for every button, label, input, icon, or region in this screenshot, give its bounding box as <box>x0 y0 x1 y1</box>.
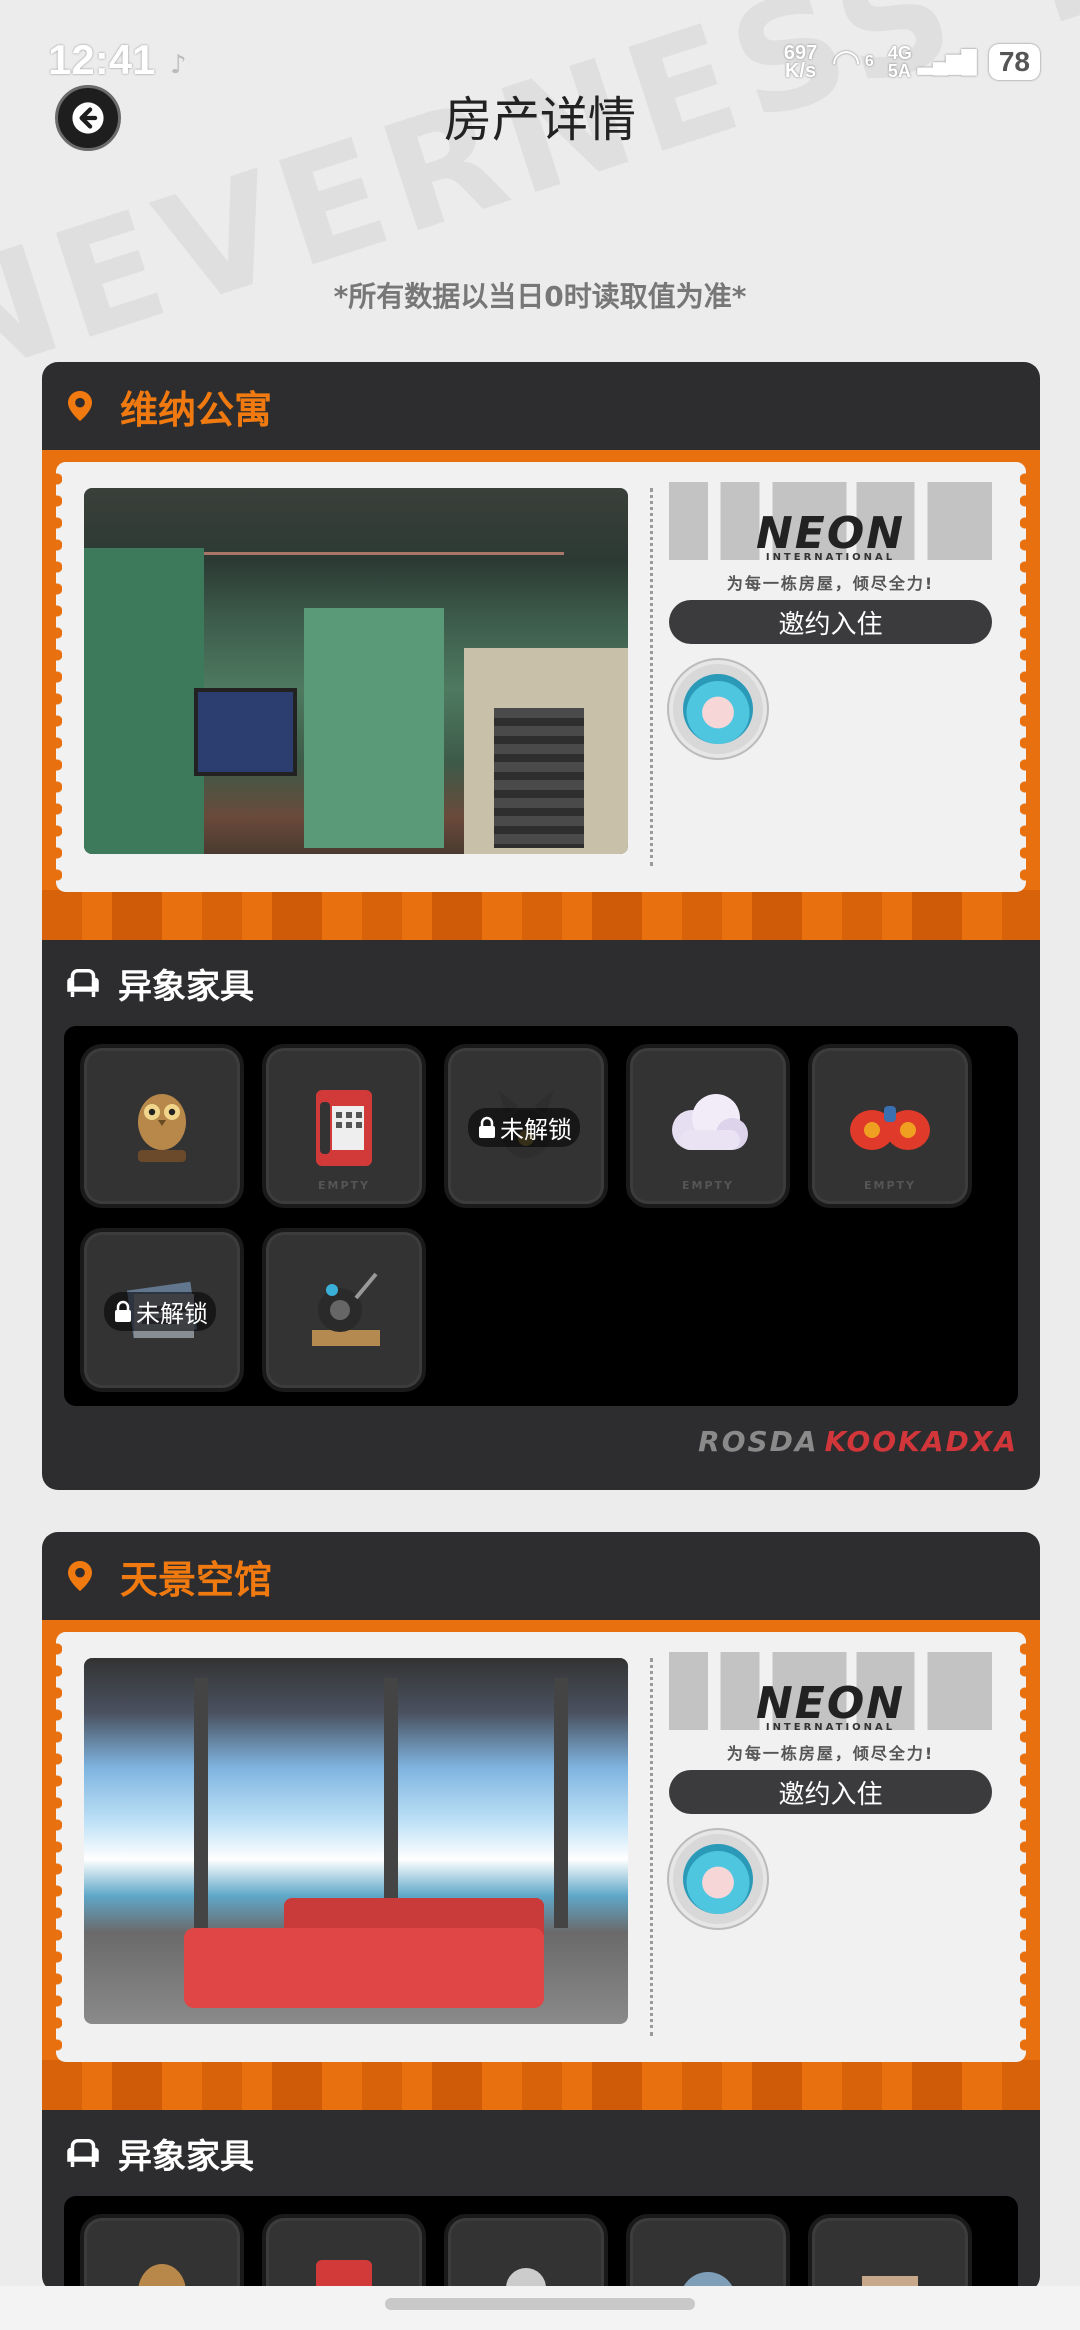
location-pin-icon <box>68 1561 92 1591</box>
property-card-skyview: 天景空馆 NEON INTERNATIONAL 为每一栋房屋，倾尽全力! 邀约入… <box>42 1532 1040 2292</box>
neon-slogan: 为每一栋房屋，倾尽全力! <box>726 574 935 593</box>
status-bar: 12:41 ♪ 697 K/s ◠ 6 4G 5A ▂▄▆█ 78 <box>0 0 1080 90</box>
invite-button[interactable]: 邀约入住 <box>669 1770 992 1814</box>
page-title: 房产详情 <box>443 92 636 148</box>
ticket-stripe-decoration <box>42 890 1040 940</box>
cellular-signal-icon: 4G 5A <box>888 44 912 80</box>
furniture-slot[interactable] <box>262 1228 426 1392</box>
owl-statue-icon <box>138 1094 186 1162</box>
lock-icon <box>479 1116 495 1138</box>
red-boxing-gloves-icon <box>850 1106 930 1150</box>
neon-logo: NEON INTERNATIONAL 为每一栋房屋，倾尽全力! <box>669 482 992 593</box>
locked-indicator: 未解锁 <box>104 1292 216 1331</box>
furniture-slot[interactable]: EMPTY <box>262 1044 426 1208</box>
brand-left-logo: ROSDA <box>698 1424 819 1458</box>
property-photo[interactable] <box>84 488 628 854</box>
property-name: 天景空馆 <box>120 1557 273 1602</box>
furniture-slot[interactable]: EMPTY <box>626 1044 790 1208</box>
status-icons: 697 K/s ◠ 6 4G 5A ▂▄▆█ 78 <box>784 42 1040 82</box>
neon-logo-sub: INTERNATIONAL <box>765 1722 896 1733</box>
furniture-title: 异象家具 <box>118 966 254 1007</box>
brand-logos: ROSDA KOOKADXA <box>42 1406 1040 1476</box>
lock-label: 未解锁 <box>136 1300 208 1328</box>
signal-label-2: 5A <box>887 61 911 81</box>
neon-slogan: 为每一栋房屋，倾尽全力! <box>726 1744 935 1763</box>
property-ticket: NEON INTERNATIONAL 为每一栋房屋，倾尽全力! 邀约入住 <box>52 468 1030 886</box>
furniture-slot-locked[interactable]: 未解锁 <box>80 1228 244 1392</box>
furniture-grid: EMPTY 未解锁 EMPTY EMPTY 未解锁 <box>64 1026 1018 1406</box>
red-payphone-icon <box>316 1090 372 1166</box>
empty-tag: EMPTY <box>682 1179 734 1192</box>
net-speed-unit: K/s <box>784 60 817 82</box>
furniture-header: 异象家具 <box>42 940 1040 1026</box>
neon-logo: NEON INTERNATIONAL 为每一栋房屋，倾尽全力! <box>669 1652 992 1763</box>
wifi-6-badge: 6 <box>864 53 874 70</box>
furniture-slot[interactable] <box>262 2214 426 2292</box>
property-name: 维纳公寓 <box>120 387 273 432</box>
battery-indicator: 78 <box>988 44 1040 80</box>
signal-label-1: 4G <box>887 43 912 63</box>
furniture-slot[interactable] <box>444 2214 608 2292</box>
furniture-title: 异象家具 <box>118 2136 254 2177</box>
property-ticket-frame: NEON INTERNATIONAL 为每一栋房屋，倾尽全力! 邀约入住 <box>42 450 1040 940</box>
location-pin-icon <box>68 391 92 421</box>
sofa-icon <box>67 2139 99 2167</box>
motorcycle-engine-icon <box>312 1272 380 1346</box>
furniture-slot[interactable] <box>80 2214 244 2292</box>
furniture-slot[interactable] <box>808 2214 972 2292</box>
property-card-wina: 维纳公寓 NEON INTERNATIONAL 为每一栋房屋，倾尽全力! 邀约入… <box>42 362 1040 1490</box>
status-time: 12:41 <box>48 36 156 83</box>
furniture-slot-locked[interactable]: 未解锁 <box>444 1044 608 1208</box>
neon-logo-sub: INTERNATIONAL <box>765 552 896 563</box>
property-ticket-frame: NEON INTERNATIONAL 为每一栋房屋，倾尽全力! 邀约入住 <box>42 1620 1040 2110</box>
data-notice: *所有数据以当日0时读取值为准* <box>333 280 747 313</box>
empty-tag: EMPTY <box>318 1179 370 1192</box>
property-ticket: NEON INTERNATIONAL 为每一栋房屋，倾尽全力! 邀约入住 <box>52 1638 1030 2056</box>
furniture-header: 异象家具 <box>42 2110 1040 2196</box>
sofa-icon <box>67 969 99 997</box>
resident-avatar[interactable] <box>669 1830 767 1928</box>
wifi-icon: ◠ <box>831 42 861 82</box>
brand-right-logo: KOOKADXA <box>824 1424 1018 1458</box>
furniture-slot[interactable] <box>80 1044 244 1208</box>
property-header: 天景空馆 <box>42 1532 1040 1620</box>
home-indicator[interactable] <box>385 2298 695 2310</box>
net-speed: 697 K/s <box>784 43 817 82</box>
tiktok-notification-icon: ♪ <box>170 50 187 80</box>
lock-icon <box>115 1300 131 1322</box>
empty-tag: EMPTY <box>864 1179 916 1192</box>
invite-button[interactable]: 邀约入住 <box>669 600 992 644</box>
resident-avatar[interactable] <box>669 660 767 758</box>
ticket-info: NEON INTERNATIONAL 为每一栋房屋，倾尽全力! 邀约入住 <box>653 468 1020 886</box>
property-header: 维纳公寓 <box>42 362 1040 450</box>
furniture-slot[interactable] <box>626 2214 790 2292</box>
lock-label: 未解锁 <box>500 1116 572 1144</box>
ticket-stripe-decoration <box>42 2060 1040 2110</box>
locked-indicator: 未解锁 <box>468 1108 580 1147</box>
cloud-cushion-icon <box>672 1094 748 1150</box>
property-photo[interactable] <box>84 1658 628 2024</box>
furniture-grid <box>64 2196 1018 2292</box>
ticket-info: NEON INTERNATIONAL 为每一栋房屋，倾尽全力! 邀约入住 <box>653 1638 1020 2056</box>
signal-bars-icon: ▂▄▆█ <box>917 49 977 74</box>
furniture-slot[interactable]: EMPTY <box>808 1044 972 1208</box>
